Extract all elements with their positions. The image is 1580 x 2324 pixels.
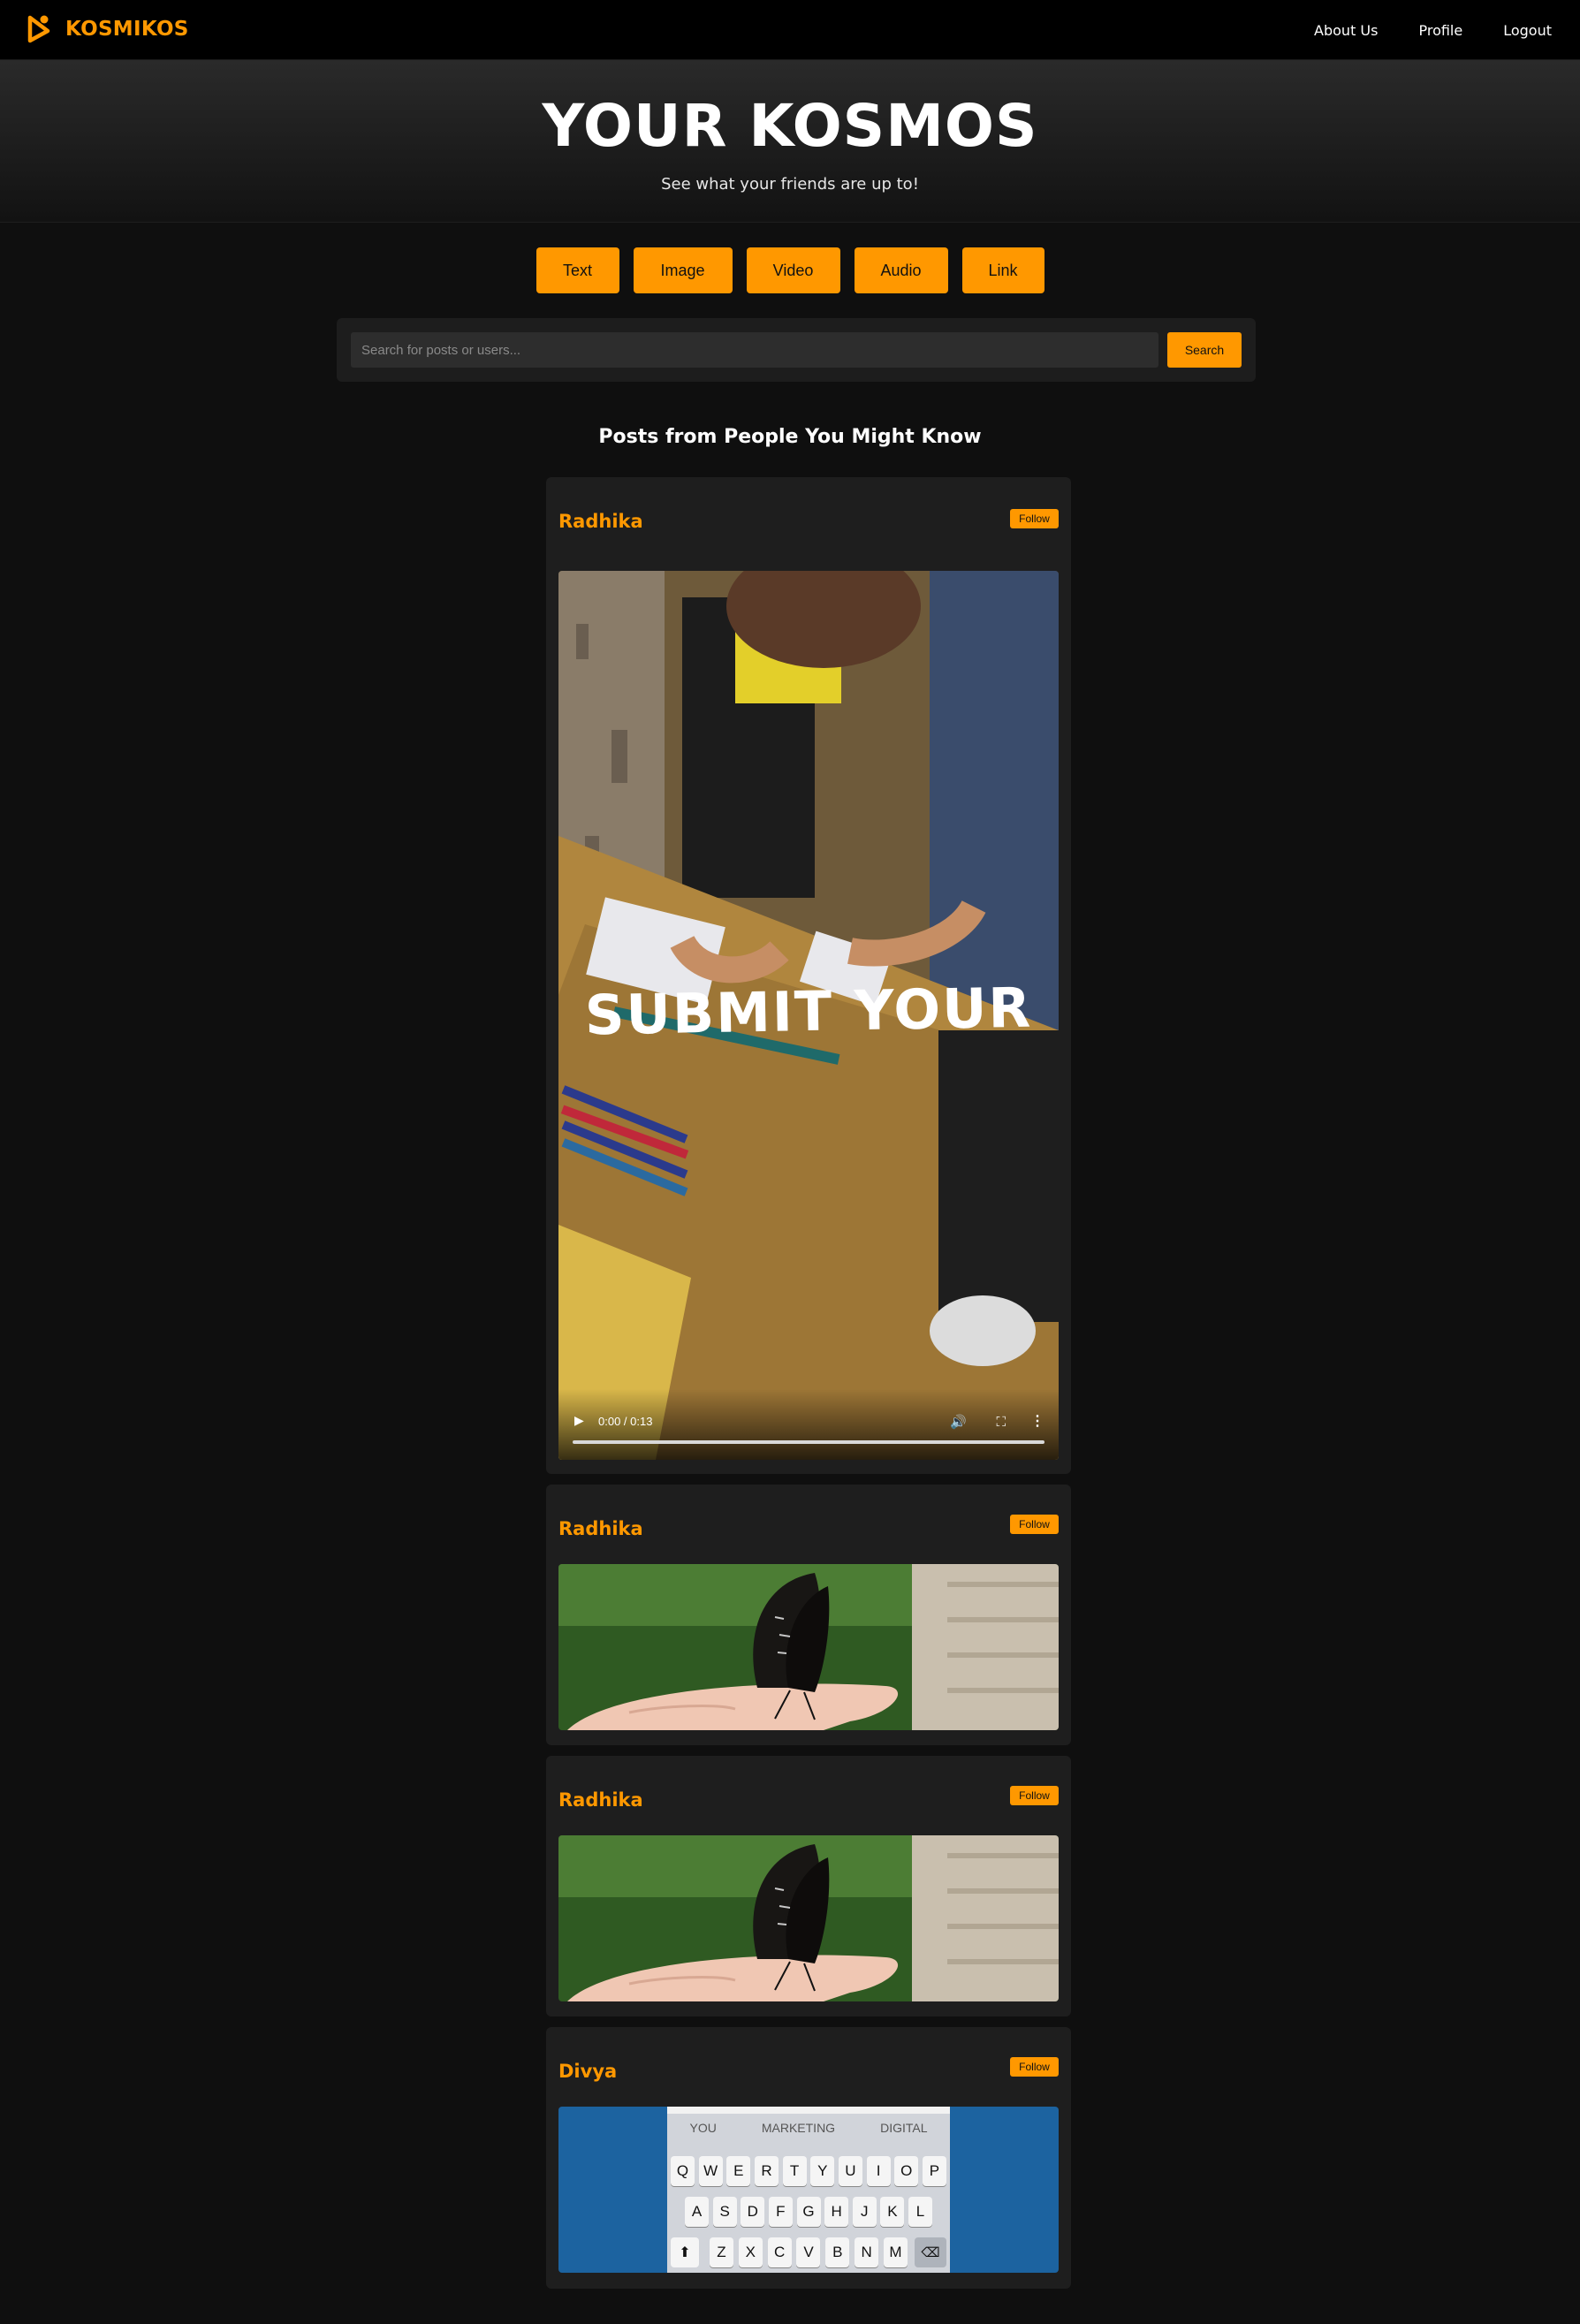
video-controls: ▶ 0:00 / 0:13 🔊 ⛶ ⋮ (558, 1389, 1059, 1460)
post-image[interactable] (558, 1835, 1059, 2001)
post-card: Radhika Follow (546, 1485, 1071, 1745)
post-author[interactable]: Radhika (558, 1518, 643, 1539)
brand-name: KOSMIKOS (65, 18, 189, 41)
backspace-key-icon: ⌫ (915, 2237, 946, 2267)
shift-key-icon: ⬆ (671, 2237, 699, 2267)
keyboard-key: L (908, 2197, 932, 2227)
video-progress-bar[interactable] (573, 1440, 1044, 1444)
keyboard-key: W (698, 2156, 723, 2186)
search-input[interactable] (351, 332, 1158, 368)
butterfly-on-hand-image (558, 1835, 1059, 2001)
follow-button[interactable]: Follow (1010, 2057, 1059, 2077)
nav-links: About Us Profile Logout (1314, 0, 1552, 60)
text-post-button[interactable]: Text (536, 247, 619, 293)
keyboard-key: C (767, 2237, 792, 2267)
post-card: Divya Follow YOU MARKETING DIGITAL QWERT… (546, 2027, 1071, 2289)
video-post-button[interactable]: Video (746, 247, 840, 293)
phone-keyboard-image: YOU MARKETING DIGITAL QWERTYUIOP ASDFGHJ… (667, 2107, 950, 2273)
keyboard-key: M (883, 2237, 908, 2267)
post-card: Radhika Follow SUBMIT YOUR ▶ 0:00 / 0:13… (546, 477, 1071, 1474)
nav-logout-link[interactable]: Logout (1503, 22, 1552, 39)
keyboard-key: D (741, 2197, 765, 2227)
keyboard-key: K (880, 2197, 905, 2227)
video-overlay-text: SUBMIT YOUR (584, 975, 1033, 1048)
keyboard-key: A (685, 2197, 709, 2227)
keyboard-key: T (782, 2156, 807, 2186)
keyboard-key: Y (810, 2156, 835, 2186)
keyboard-key: X (738, 2237, 763, 2267)
keyboard-key: H (824, 2197, 849, 2227)
keyboard-suggestion: YOU (689, 2121, 717, 2135)
keyboard-key: E (726, 2156, 751, 2186)
post-card: Radhika Follow (546, 1756, 1071, 2016)
keyboard-key: I (866, 2156, 891, 2186)
post-video[interactable]: SUBMIT YOUR ▶ 0:00 / 0:13 🔊 ⛶ ⋮ (558, 571, 1059, 1460)
keyboard-key: V (796, 2237, 821, 2267)
keyboard-key: Z (710, 2237, 733, 2267)
keyboard-key: P (922, 2156, 946, 2186)
post-author[interactable]: Divya (558, 2061, 617, 2082)
brand-logo[interactable]: KOSMIKOS (27, 14, 189, 44)
play-icon[interactable]: ▶ (574, 1413, 584, 1428)
page-subtitle: See what your friends are up to! (661, 175, 919, 194)
keyboard-key: B (825, 2237, 850, 2267)
more-options-icon[interactable]: ⋮ (1030, 1412, 1044, 1430)
kosmikos-logo-icon (27, 15, 50, 43)
audio-post-button[interactable]: Audio (854, 247, 948, 293)
follow-button[interactable]: Follow (1010, 1515, 1059, 1534)
keyboard-key: N (855, 2237, 879, 2267)
keyboard-key: U (838, 2156, 862, 2186)
post-image[interactable] (558, 1564, 1059, 1730)
keyboard-key: S (712, 2197, 737, 2227)
section-title: Posts from People You Might Know (598, 426, 982, 448)
search-button[interactable]: Search (1167, 332, 1242, 368)
post-image[interactable]: YOU MARKETING DIGITAL QWERTYUIOP ASDFGHJ… (558, 2107, 1059, 2273)
keyboard-key: Q (671, 2156, 695, 2186)
post-author[interactable]: Radhika (558, 511, 643, 532)
fullscreen-icon[interactable]: ⛶ (996, 1415, 1006, 1430)
image-post-button[interactable]: Image (633, 247, 733, 293)
follow-button[interactable]: Follow (1010, 1786, 1059, 1805)
nav-profile-link[interactable]: Profile (1418, 22, 1462, 39)
keyboard-key: G (796, 2197, 821, 2227)
video-time: 0:00 / 0:13 (598, 1415, 653, 1428)
nav-about-us-link[interactable]: About Us (1314, 22, 1378, 39)
volume-icon[interactable]: 🔊 (950, 1414, 967, 1430)
keyboard-key: R (754, 2156, 779, 2186)
butterfly-on-hand-image (558, 1564, 1059, 1730)
post-type-buttons: Text Image Video Audio Link (0, 247, 1580, 293)
keyboard-key: F (768, 2197, 793, 2227)
hero-banner: YOUR KOSMOS See what your friends are up… (0, 60, 1580, 223)
page-title: YOUR KOSMOS (542, 92, 1038, 160)
keyboard-key: O (894, 2156, 919, 2186)
follow-button[interactable]: Follow (1010, 509, 1059, 528)
keyboard-suggestion: DIGITAL (880, 2121, 928, 2135)
navbar: KOSMIKOS About Us Profile Logout (0, 0, 1580, 60)
link-post-button[interactable]: Link (961, 247, 1044, 293)
keyboard-key: J (852, 2197, 877, 2227)
keyboard-suggestion: MARKETING (761, 2121, 836, 2135)
search-bar: Search (337, 318, 1256, 382)
post-author[interactable]: Radhika (558, 1789, 643, 1811)
